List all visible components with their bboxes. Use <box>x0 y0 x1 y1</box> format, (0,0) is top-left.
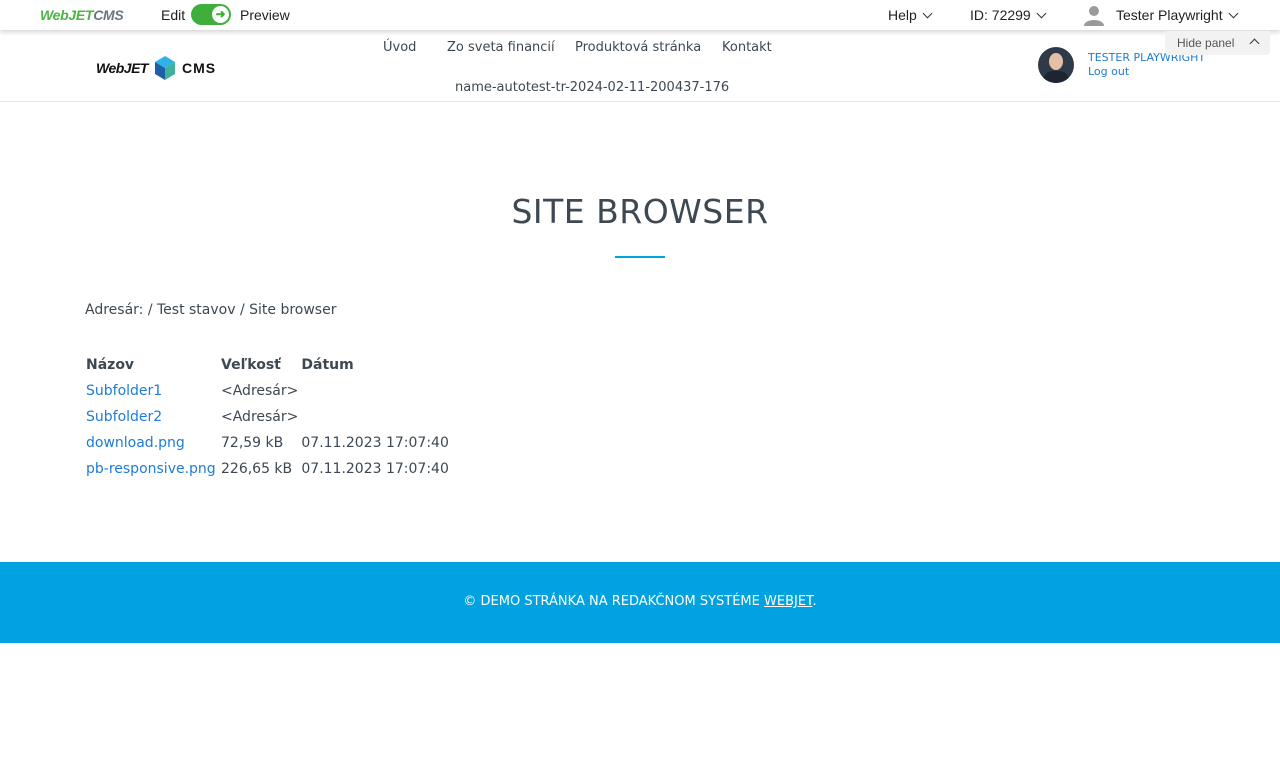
footer-trail: . <box>812 594 817 609</box>
table-row: Subfolder1 <Adresár> <box>85 378 451 404</box>
file-size: 72,59 kB <box>221 435 284 451</box>
nav-item-kontakt[interactable]: Kontakt <box>722 40 772 55</box>
admin-toolbar: WebJETCMS Edit ➜ Preview Help ID: 72299 … <box>0 0 1280 30</box>
site-logo[interactable]: WebJET CMS <box>96 54 216 82</box>
file-link[interactable]: download.png <box>86 435 185 451</box>
cube-logo-icon <box>154 56 175 80</box>
file-link[interactable]: Subfolder2 <box>86 409 162 425</box>
chevron-up-icon <box>1249 38 1260 49</box>
edit-label: Edit <box>161 7 186 23</box>
column-header-date: Dátum <box>301 357 354 373</box>
help-dropdown[interactable]: Help <box>888 7 933 23</box>
file-table: Názov Veľkosť Dátum Subfolder1 <Adresár>… <box>85 352 451 482</box>
chevron-down-icon <box>922 8 933 19</box>
file-size: <Adresár> <box>221 409 299 425</box>
table-row: download.png 72,59 kB 07.11.2023 17:07:4… <box>85 430 451 456</box>
table-row: pb-responsive.png 226,65 kB 07.11.2023 1… <box>85 456 451 482</box>
help-label: Help <box>888 7 917 23</box>
page-id-label: ID: 72299 <box>970 7 1031 23</box>
column-header-size: Veľkosť <box>221 357 281 373</box>
hide-panel-button[interactable]: Hide panel <box>1165 31 1270 55</box>
chevron-down-icon <box>1036 8 1047 19</box>
webjet-admin-logo[interactable]: WebJETCMS <box>40 7 124 23</box>
title-divider <box>615 256 665 258</box>
chevron-down-icon <box>1228 8 1239 19</box>
arrow-right-icon: ➜ <box>212 6 229 23</box>
user-name-label: Tester Playwright <box>1116 7 1223 23</box>
nav-item-produktova-stranka[interactable]: Produktová stránka <box>575 40 701 55</box>
nav-item-uvod[interactable]: Úvod <box>383 40 416 55</box>
breadcrumb: Adresár: / Test stavov / Site browser <box>85 302 337 318</box>
file-size: <Adresár> <box>221 383 299 399</box>
file-link[interactable]: pb-responsive.png <box>86 461 216 477</box>
footer-copyright: © DEMO STRÁNKA NA REDAKČNOM SYSTÉME <box>463 594 760 609</box>
nav-item-autotest-page[interactable]: name-autotest-tr-2024-02-11-200437-176 <box>455 80 729 95</box>
nav-item-zo-sveta-financii[interactable]: Zo sveta financií <box>447 40 555 55</box>
avatar[interactable] <box>1038 47 1074 83</box>
page-title: SITE BROWSER <box>511 192 769 231</box>
file-date: 07.11.2023 17:07:40 <box>301 461 449 477</box>
footer-webjet-link[interactable]: WEBJET <box>764 594 812 609</box>
preview-label: Preview <box>240 7 290 23</box>
user-icon[interactable] <box>1083 4 1105 26</box>
file-link[interactable]: Subfolder1 <box>86 383 162 399</box>
footer-text: © DEMO STRÁNKA NA REDAKČNOM SYSTÉME WEBJ… <box>0 594 1280 609</box>
table-header-row: Názov Veľkosť Dátum <box>85 352 451 378</box>
file-size: 226,65 kB <box>221 461 293 477</box>
hide-panel-label: Hide panel <box>1177 36 1235 50</box>
logout-link[interactable]: Log out <box>1088 65 1129 78</box>
edit-preview-toggle[interactable]: ➜ <box>191 4 231 25</box>
file-date <box>300 378 451 404</box>
file-date <box>300 404 451 430</box>
page-id-dropdown[interactable]: ID: 72299 <box>970 7 1047 23</box>
site-header: WebJET CMS Úvod Zo sveta financií Produk… <box>0 30 1280 102</box>
column-header-name: Názov <box>86 357 135 373</box>
table-row: Subfolder2 <Adresár> <box>85 404 451 430</box>
file-date: 07.11.2023 17:07:40 <box>301 435 449 451</box>
site-footer: © DEMO STRÁNKA NA REDAKČNOM SYSTÉME WEBJ… <box>0 562 1280 643</box>
user-menu[interactable]: Tester Playwright <box>1116 7 1239 23</box>
